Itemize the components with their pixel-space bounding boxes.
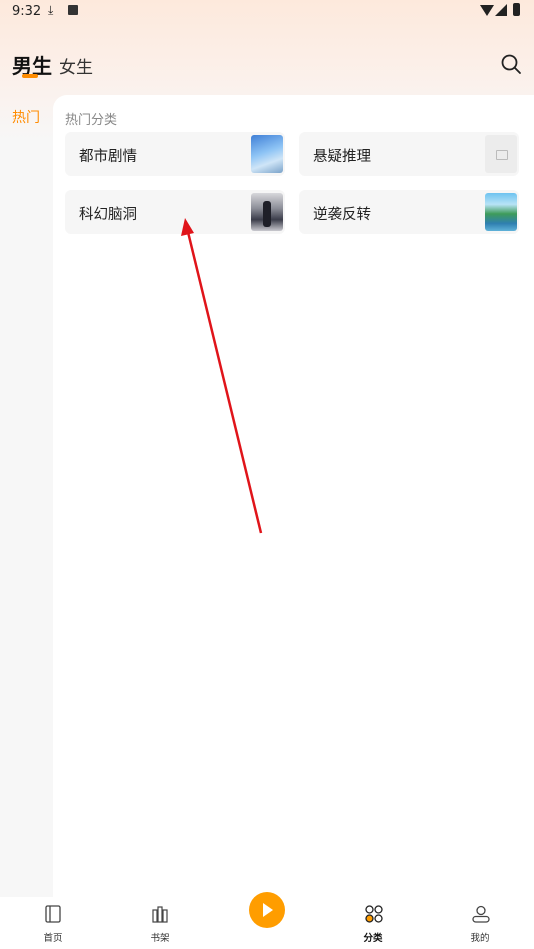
- nav-bookshelf[interactable]: 书架: [120, 897, 200, 949]
- nav-category-label: 分类: [363, 933, 383, 944]
- signal-icon: [495, 4, 507, 16]
- battery-icon: [513, 3, 520, 16]
- notification-icon: [68, 5, 78, 15]
- category-thumbnail: [251, 193, 283, 231]
- category-label: 都市剧情: [79, 149, 137, 165]
- nav-home[interactable]: 首页: [13, 897, 93, 949]
- placeholder-image-icon: [485, 135, 517, 173]
- bookshelf-icon: [152, 906, 168, 923]
- status-time: 9:32: [12, 4, 42, 19]
- download-icon: ⤓: [48, 3, 54, 17]
- category-label: 悬疑推理: [313, 149, 371, 165]
- category-card[interactable]: 科幻脑洞: [65, 190, 285, 234]
- category-card[interactable]: 都市剧情: [65, 132, 285, 176]
- nav-profile-label: 我的: [470, 933, 490, 944]
- play-button[interactable]: [249, 892, 285, 928]
- category-card[interactable]: 逆袭反转: [299, 190, 519, 234]
- category-label: 逆袭反转: [313, 207, 371, 223]
- nav-home-label: 首页: [43, 933, 63, 944]
- tab-female[interactable]: 女生: [59, 53, 93, 78]
- category-thumbnail: [485, 193, 517, 231]
- nav-category[interactable]: 分类: [333, 897, 413, 949]
- sidebar-item-hot[interactable]: 热门: [12, 107, 40, 127]
- category-card[interactable]: 悬疑推理: [299, 132, 519, 176]
- nav-bookshelf-label: 书架: [150, 933, 170, 944]
- status-bar: 9:32 ⤓: [0, 0, 534, 24]
- category-thumbnail: [251, 135, 283, 173]
- nav-profile[interactable]: 我的: [440, 897, 520, 949]
- search-icon[interactable]: [500, 53, 522, 75]
- home-icon: [45, 905, 61, 923]
- profile-icon: [472, 905, 490, 923]
- section-title: 热门分类: [65, 113, 118, 128]
- active-tab-indicator: [22, 74, 38, 78]
- play-icon: [263, 903, 273, 917]
- category-label: 科幻脑洞: [79, 207, 137, 223]
- wifi-icon: [480, 5, 494, 16]
- category-icon: [365, 905, 383, 923]
